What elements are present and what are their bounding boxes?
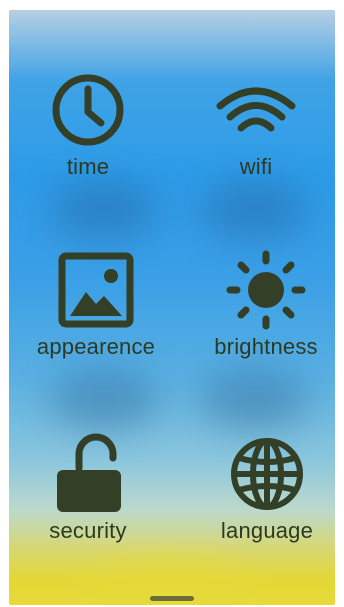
home-indicator[interactable]	[150, 596, 194, 601]
wifi-icon	[214, 68, 298, 152]
tile-wifi[interactable]: wifi	[181, 68, 331, 180]
globe-icon	[225, 432, 309, 516]
sun-icon	[224, 248, 308, 332]
image-icon	[54, 248, 138, 332]
tile-wifi-label: wifi	[239, 154, 273, 179]
tile-appearance[interactable]: appearence	[21, 248, 171, 360]
background-blur	[49, 370, 159, 430]
tile-language[interactable]: language	[192, 432, 335, 544]
tile-brightness[interactable]: brightness	[191, 248, 335, 360]
tile-appearance-label: appearence	[36, 334, 156, 359]
background-blur	[49, 180, 159, 240]
settings-screen: time wifi appearence brightness security…	[9, 10, 335, 605]
clock-icon	[46, 68, 130, 152]
tile-brightness-label: brightness	[214, 334, 318, 359]
background-blur	[199, 370, 309, 430]
tile-security[interactable]: security	[13, 432, 163, 544]
background-blur	[199, 180, 309, 240]
tile-security-label: security	[49, 518, 127, 543]
unlocked-padlock-icon	[46, 432, 130, 516]
tile-language-label: language	[220, 518, 314, 543]
tile-time-label: time	[66, 154, 110, 179]
tile-time[interactable]: time	[13, 68, 163, 180]
